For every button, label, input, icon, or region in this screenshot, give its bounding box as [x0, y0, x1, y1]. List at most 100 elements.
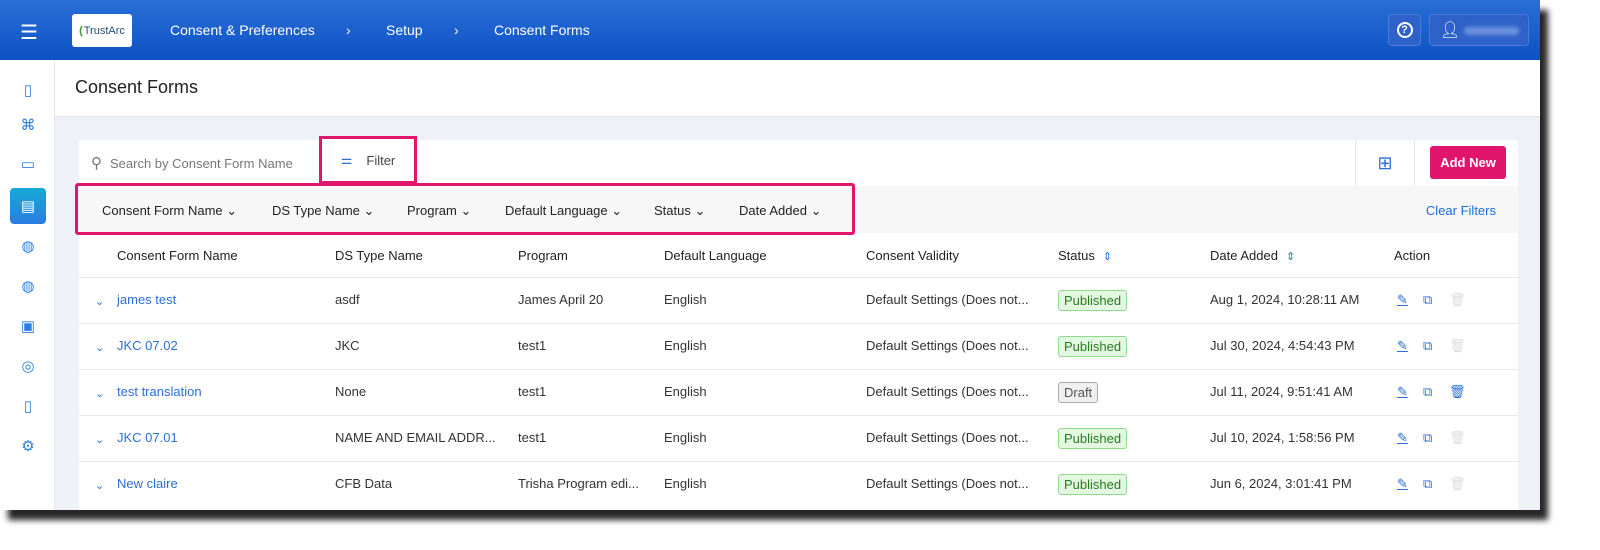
table-row: ⌄ JKC 07.02 JKC test1 English Default Se… — [79, 323, 1518, 369]
program-cell: test1 — [518, 338, 547, 353]
gear-icon: ⚙ — [21, 438, 35, 455]
sort-icon: ⇕ — [1285, 251, 1296, 263]
language-cell: English — [664, 430, 707, 445]
column-header-status[interactable]: Status ⇕ — [1058, 248, 1112, 263]
delete-icon: 🗑︎ — [1449, 476, 1466, 491]
breadcrumb-setup[interactable]: Setup — [386, 22, 423, 38]
filter-label: Program — [407, 203, 457, 218]
date-added-cell: Jul 11, 2024, 9:51:41 AM — [1210, 384, 1353, 399]
expand-row-icon[interactable]: ⌄ — [95, 387, 104, 400]
sidebar-item-gallery[interactable]: ▣ — [10, 308, 46, 344]
column-header-date-added[interactable]: Date Added ⇕ — [1210, 248, 1295, 263]
expand-row-icon[interactable]: ⌄ — [95, 433, 104, 446]
column-header: Consent Validity — [866, 248, 959, 263]
copy-icon[interactable]: ⧉ — [1423, 430, 1432, 446]
filter-status[interactable]: Status ⌄ — [654, 203, 705, 219]
delete-icon: 🗑︎ — [1449, 292, 1466, 307]
globe-icon: ◍ — [21, 238, 35, 255]
search-input[interactable]: ⚲ Search by Consent Form Name — [91, 154, 293, 172]
monitor-icon: ▭ — [20, 156, 36, 173]
edit-icon[interactable]: ✎ — [1397, 430, 1408, 446]
filter-default-language[interactable]: Default Language ⌄ — [505, 203, 622, 219]
status-badge: Published — [1058, 290, 1128, 311]
filter-button[interactable]: ⚌ Filter — [319, 136, 417, 184]
hierarchy-icon: ⌘ — [20, 117, 36, 134]
consent-validity-cell: Default Settings (Does not... — [866, 430, 1029, 445]
delete-icon: 🗑︎ — [1449, 338, 1466, 353]
sidebar-item-settings[interactable]: ⚙ — [10, 428, 46, 464]
filter-ds-type-name[interactable]: DS Type Name ⌄ — [272, 203, 374, 219]
copy-icon[interactable]: ⧉ — [1423, 476, 1432, 492]
sidebar-item-display[interactable]: ▭ — [10, 146, 46, 182]
menu-icon[interactable]: ☰ — [20, 20, 38, 45]
chevron-down-icon: ⌄ — [460, 203, 472, 218]
table-header: Consent Form Name DS Type Name Program D… — [79, 233, 1518, 277]
column-settings-button[interactable]: ⊞ — [1355, 140, 1415, 186]
language-cell: English — [664, 384, 707, 399]
report-clock-icon: ▯ — [23, 82, 33, 99]
fingerprint-icon: ◎ — [21, 358, 35, 375]
clear-filters-link[interactable]: Clear Filters — [1426, 203, 1496, 218]
sidebar-item-globe[interactable]: ◍ — [10, 228, 46, 264]
user-name-blurred — [1464, 27, 1519, 35]
app-window: ☰ (TrustArc Consent & Preferences › Setu… — [0, 0, 1540, 510]
chevron-down-icon: ⌄ — [810, 203, 822, 218]
program-cell: test1 — [518, 384, 547, 399]
help-button[interactable]: ? — [1388, 14, 1421, 46]
sidebar-item-consent-forms[interactable]: ▤ — [10, 188, 46, 224]
document-clock-icon: ▯ — [23, 398, 33, 415]
table-row: ⌄ test translation None test1 English De… — [79, 369, 1518, 415]
consent-form-name-link[interactable]: james test — [117, 292, 176, 307]
globe-gear-icon: ◍ — [21, 278, 35, 295]
copy-icon[interactable]: ⧉ — [1423, 384, 1432, 400]
ds-type-cell: asdf — [335, 292, 360, 307]
filter-program[interactable]: Program ⌄ — [407, 203, 471, 219]
search-icon: ⚲ — [91, 155, 102, 172]
filter-date-added[interactable]: Date Added ⌄ — [739, 203, 821, 219]
user-menu-button[interactable]: 👤︎ — [1429, 14, 1529, 46]
edit-icon[interactable]: ✎ — [1397, 292, 1408, 308]
consent-form-name-link[interactable]: test translation — [117, 384, 202, 399]
chevron-down-icon: ⌄ — [363, 203, 375, 218]
consent-forms-card: ⚲ Search by Consent Form Name ⚌ Filter ⊞ A… — [75, 136, 1518, 510]
sidebar-item-document[interactable]: ▯ — [10, 388, 46, 424]
edit-icon[interactable]: ✎ — [1397, 476, 1408, 492]
sidebar-item-hierarchy[interactable]: ⌘ — [10, 107, 46, 143]
chevron-down-icon: ⌄ — [611, 203, 623, 218]
ds-type-cell: CFB Data — [335, 476, 393, 491]
status-badge: Published — [1058, 474, 1128, 495]
filter-consent-form-name[interactable]: Consent Form Name ⌄ — [102, 203, 237, 219]
column-header: Consent Form Name — [117, 248, 238, 263]
breadcrumb-consent-preferences[interactable]: Consent & Preferences — [170, 22, 315, 38]
expand-row-icon[interactable]: ⌄ — [95, 341, 104, 354]
ds-type-cell: NAME AND EMAIL ADDR... — [335, 430, 496, 445]
column-header: Program — [518, 248, 568, 263]
expand-row-icon[interactable]: ⌄ — [95, 479, 104, 492]
consent-validity-cell: Default Settings (Does not... — [866, 338, 1029, 353]
gallery-icon: ▣ — [20, 318, 36, 335]
copy-icon[interactable]: ⧉ — [1423, 292, 1432, 308]
sidebar-item-reports[interactable]: ▯ — [10, 72, 46, 108]
chevron-down-icon: ⌄ — [694, 203, 706, 218]
edit-icon[interactable]: ✎ — [1397, 384, 1408, 400]
edit-icon[interactable]: ✎ — [1397, 338, 1408, 354]
date-added-cell: Jul 10, 2024, 1:58:56 PM — [1210, 430, 1355, 445]
page-header: Consent Forms — [55, 60, 1540, 117]
consent-form-name-link[interactable]: New claire — [117, 476, 178, 491]
breadcrumb-separator-icon: › — [454, 22, 459, 38]
copy-icon[interactable]: ⧉ — [1423, 338, 1432, 354]
sidebar-item-globe-settings[interactable]: ◍ — [10, 268, 46, 304]
consent-form-name-link[interactable]: JKC 07.01 — [117, 430, 178, 445]
table-row: ⌄ New claire CFB Data Trisha Program edi… — [79, 461, 1518, 507]
user-icon: 👤︎ — [1440, 22, 1461, 39]
status-badge: Published — [1058, 428, 1128, 449]
consent-form-name-link[interactable]: JKC 07.02 — [117, 338, 178, 353]
consent-validity-cell: Default Settings (Does not... — [866, 292, 1029, 307]
delete-icon[interactable]: 🗑︎ — [1449, 384, 1466, 400]
sidebar-item-fingerprint[interactable]: ◎ — [10, 348, 46, 384]
date-added-cell: Jun 6, 2024, 3:01:41 PM — [1210, 476, 1352, 491]
add-new-button[interactable]: Add New — [1430, 146, 1506, 179]
filter-label: DS Type Name — [272, 203, 360, 218]
expand-row-icon[interactable]: ⌄ — [95, 295, 104, 308]
trustarc-logo[interactable]: (TrustArc — [72, 14, 132, 47]
